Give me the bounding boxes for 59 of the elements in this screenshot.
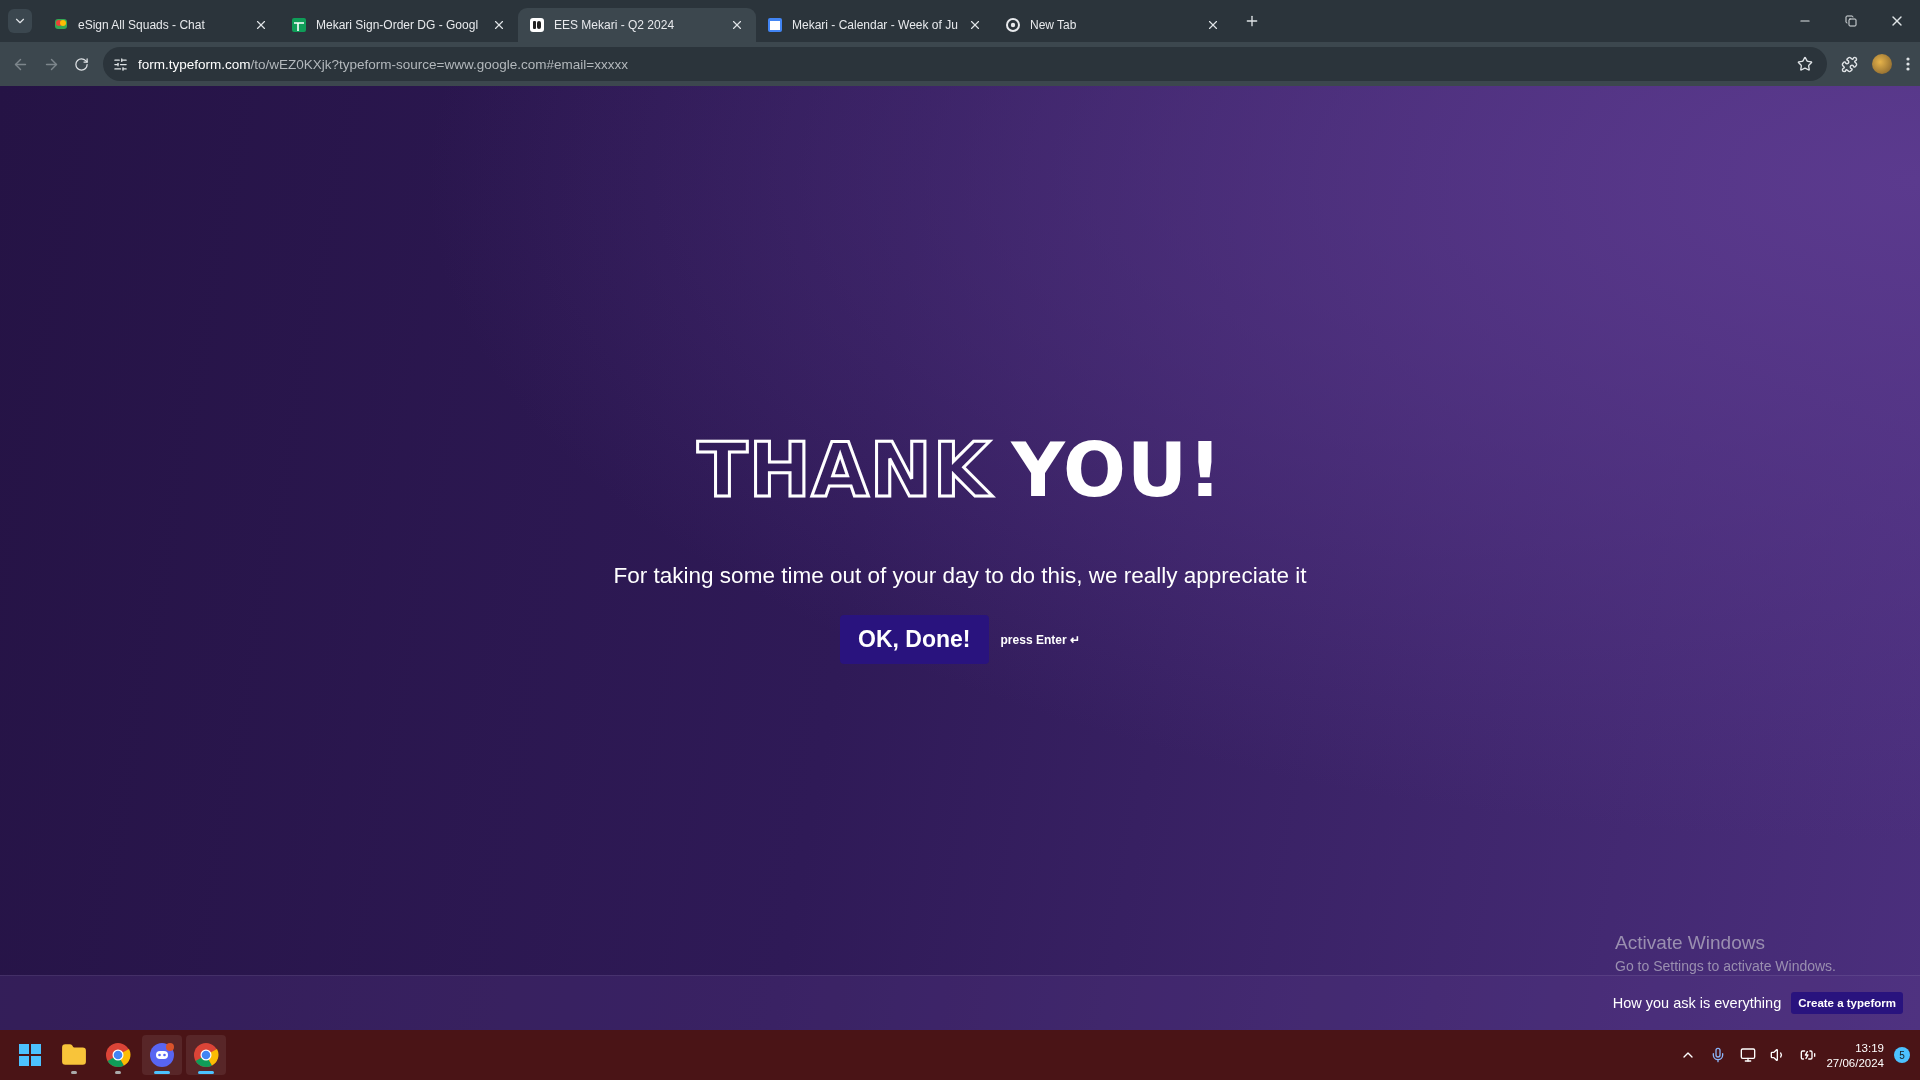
taskbar-app[interactable] [186,1035,226,1075]
browser-tab[interactable]: eSign All Squads - Chat [42,8,280,42]
close-tab-button[interactable] [968,18,982,32]
menu-icon [1906,57,1910,71]
form-icon [530,18,544,32]
close-icon [1206,18,1220,32]
close-tab-button[interactable] [730,18,744,32]
close-icon [254,18,268,32]
activation-subtitle: Go to Settings to activate Windows. [1615,958,1836,974]
calendar-icon [768,18,782,32]
browser-tab[interactable]: New Tab [994,8,1232,42]
browser-icon [105,1042,131,1068]
ok-done-button[interactable]: OK, Done! [840,615,989,664]
browser-tab[interactable]: EES Mekari - Q2 2024 [518,8,756,42]
close-icon [730,18,744,32]
windows-logo-icon [19,1044,41,1066]
restore-icon [1845,15,1857,27]
menu-button[interactable] [1906,57,1910,71]
tab-search-button[interactable] [8,9,32,33]
thank-you-message: For taking some time out of your day to do this, we really appreciate it [613,563,1307,589]
close-icon [968,18,982,32]
profile-avatar[interactable] [1872,54,1892,74]
folder-icon [61,1042,87,1068]
close-tab-button[interactable] [254,18,268,32]
network-icon[interactable] [1740,1047,1757,1063]
site-settings-icon[interactable] [113,56,128,72]
puzzle-icon [1841,55,1858,73]
thank-you-heading: THANK YOU! [697,427,1223,513]
notification-badge[interactable]: 5 [1894,1047,1910,1063]
tab-title: eSign All Squads - Chat [78,18,206,32]
tab-title: Mekari Sign-Order DG - Googl [316,18,480,32]
reload-button[interactable] [74,56,89,72]
create-typeform-button[interactable]: Create a typeform [1791,992,1903,1014]
tab-title: Mekari - Calendar - Week of Ju [792,18,958,32]
tab-title: EES Mekari - Q2 2024 [554,18,676,32]
bookmark-star-icon[interactable] [1797,56,1813,72]
new-tab-button[interactable] [1244,13,1260,29]
address-bar[interactable]: form.typeform.com/to/wEZ0KXjk?typeform-source=www.google.com#email=xxxxx [103,47,1827,81]
extensions-button[interactable] [1841,55,1858,73]
close-icon [492,18,506,32]
chat-icon [54,18,68,32]
reload-icon [74,56,89,72]
browser-icon [1006,18,1020,32]
tab-title: New Tab [1030,18,1078,32]
url-text: form.typeform.com/to/wEZ0KXjk?typeform-source=www.google.com#email=xxxxx [138,56,629,72]
clock[interactable]: 13:19 27/06/2024 [1826,1041,1884,1069]
plus-icon [1244,13,1260,29]
spreadsheet-icon [292,18,306,32]
close-tab-button[interactable] [1206,18,1220,32]
browser-tab[interactable]: Mekari Sign-Order DG - Googl [280,8,518,42]
browser-tab[interactable]: Mekari - Calendar - Week of Ju [756,8,994,42]
close-tab-button[interactable] [492,18,506,32]
browser-icon [193,1042,219,1068]
chat-app-icon [149,1042,175,1068]
press-enter-hint: press Enter ↵ [1000,632,1080,647]
battery-icon[interactable] [1800,1047,1817,1063]
taskbar-app[interactable] [142,1035,182,1075]
activation-title: Activate Windows [1615,932,1766,954]
tagline: How you ask is everything [1612,995,1782,1011]
